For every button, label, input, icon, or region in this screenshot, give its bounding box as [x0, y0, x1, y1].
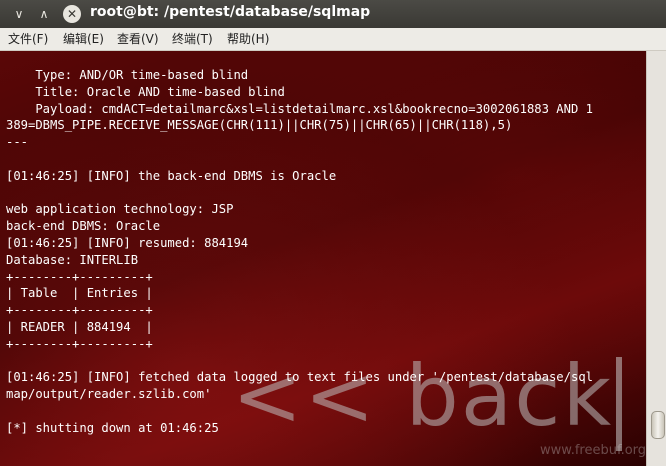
menu-file[interactable]: 文件(F): [8, 30, 48, 47]
terminal-line: [01:46:25] [INFO] resumed: 884194: [6, 235, 249, 250]
terminal-line: web application technology: JSP: [6, 202, 234, 217]
title-bar[interactable]: ∨ ∧ ✕ root@bt: /pentest/database/sqlmap: [0, 0, 666, 29]
menu-view[interactable]: 查看(V): [117, 30, 159, 47]
terminal-line: back-end DBMS: Oracle: [6, 219, 161, 234]
menu-help[interactable]: 帮助(H): [227, 30, 269, 47]
terminal-line: [01:46:25] [INFO] fetched data logged to…: [6, 370, 593, 385]
watermark-bar: [616, 357, 622, 451]
menu-edit[interactable]: 编辑(E): [63, 30, 104, 47]
close-icon[interactable]: ✕: [63, 5, 81, 23]
window-title: root@bt: /pentest/database/sqlmap: [90, 4, 371, 20]
terminal-line: | Table | Entries |: [6, 286, 153, 301]
terminal-line: ---: [6, 135, 29, 150]
minimize-icon[interactable]: ∨: [10, 5, 28, 23]
maximize-icon[interactable]: ∧: [35, 5, 53, 23]
menu-bar: 文件(F) 编辑(E) 查看(V) 终端(T) 帮助(H): [0, 28, 666, 51]
terminal-line: +--------+---------+: [6, 336, 153, 351]
terminal-line: Database: INTERLIB: [6, 252, 139, 267]
terminal-line: | READER | 884194 |: [6, 319, 153, 334]
terminal-line: map/output/reader.szlib.com': [6, 387, 212, 402]
site-watermark: www.freebuf.org: [540, 443, 646, 458]
terminal-line: +--------+---------+: [6, 269, 153, 284]
scrollbar-thumb[interactable]: [651, 411, 665, 439]
terminal-line: +--------+---------+: [6, 303, 153, 318]
menu-terminal[interactable]: 终端(T): [172, 30, 213, 47]
terminal-output[interactable]: << back www.freebuf.org Type: AND/OR tim…: [0, 51, 646, 466]
terminal-lines: Type: AND/OR time-based blind Title: Ora…: [6, 67, 593, 437]
terminal-line: Title: Oracle AND time-based blind: [6, 84, 285, 99]
terminal-line: Payload: cmdACT=detailmarc&xsl=listdetai…: [6, 101, 593, 116]
terminal-line: [*] shutting down at 01:46:25: [6, 420, 219, 435]
terminal-window: ∨ ∧ ✕ root@bt: /pentest/database/sqlmap …: [0, 0, 666, 466]
terminal-line: [01:46:25] [INFO] the back-end DBMS is O…: [6, 168, 337, 183]
vertical-scrollbar[interactable]: [646, 51, 666, 466]
terminal-line: 389=DBMS_PIPE.RECEIVE_MESSAGE(CHR(111)||…: [6, 118, 513, 133]
terminal-line: Type: AND/OR time-based blind: [6, 68, 249, 82]
